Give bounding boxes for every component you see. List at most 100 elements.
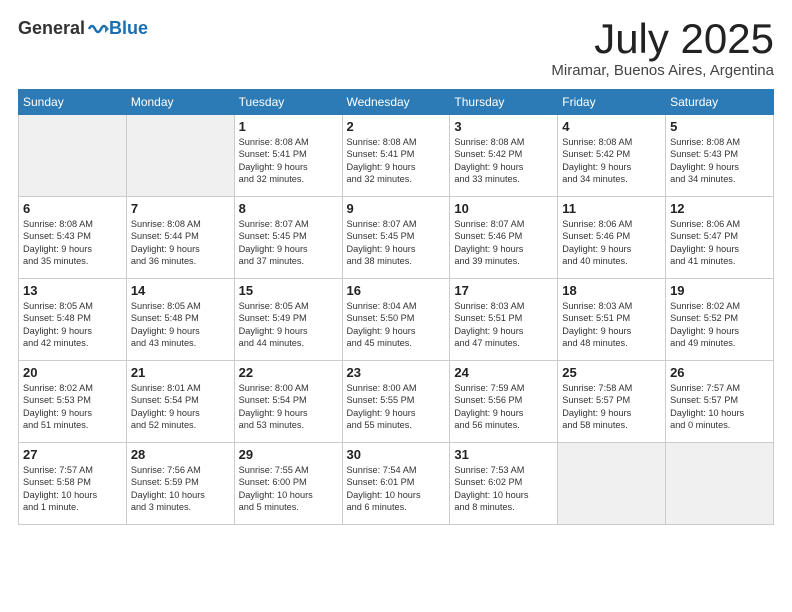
cell-info: Sunrise: 7:53 AM Sunset: 6:02 PM Dayligh… xyxy=(454,464,553,514)
page: General Blue July 2025 Miramar, Buenos A… xyxy=(0,0,792,612)
day-number: 6 xyxy=(23,201,122,216)
calendar-cell: 29 Sunrise: 7:55 AM Sunset: 6:00 PM Dayli… xyxy=(234,443,342,525)
calendar-cell: 4 Sunrise: 8:08 AM Sunset: 5:42 PM Daylig… xyxy=(558,115,666,197)
day-number: 17 xyxy=(454,283,553,298)
day-number: 8 xyxy=(239,201,338,216)
cell-info: Sunrise: 8:08 AM Sunset: 5:43 PM Dayligh… xyxy=(670,136,769,186)
day-number: 3 xyxy=(454,119,553,134)
calendar-week-4: 20Sunrise: 8:02 AM Sunset: 5:53 PM Dayli… xyxy=(19,361,774,443)
day-number: 7 xyxy=(131,201,230,216)
cell-info: Sunrise: 7:54 AM Sunset: 6:01 PM Dayligh… xyxy=(347,464,446,514)
day-number: 15 xyxy=(239,283,338,298)
cell-info: Sunrise: 8:08 AM Sunset: 5:44 PM Dayligh… xyxy=(131,218,230,268)
calendar-cell: 20Sunrise: 8:02 AM Sunset: 5:53 PM Dayli… xyxy=(19,361,127,443)
cell-info: Sunrise: 8:05 AM Sunset: 5:48 PM Dayligh… xyxy=(131,300,230,350)
calendar-cell xyxy=(126,115,234,197)
calendar-week-5: 27 Sunrise: 7:57 AM Sunset: 5:58 PM Dayli… xyxy=(19,443,774,525)
cell-info: Sunrise: 7:55 AM Sunset: 6:00 PM Dayligh… xyxy=(239,464,338,514)
cell-info: Sunrise: 8:03 AM Sunset: 5:51 PM Dayligh… xyxy=(562,300,661,350)
calendar-week-2: 6 Sunrise: 8:08 AM Sunset: 5:43 PM Daylig… xyxy=(19,197,774,279)
title-section: July 2025 Miramar, Buenos Aires, Argenti… xyxy=(551,18,774,79)
day-number: 23 xyxy=(347,365,446,380)
day-number: 11 xyxy=(562,201,661,216)
calendar-cell xyxy=(666,443,774,525)
day-number: 10 xyxy=(454,201,553,216)
cell-info: Sunrise: 8:07 AM Sunset: 5:45 PM Dayligh… xyxy=(347,218,446,268)
cell-info: Sunrise: 8:02 AM Sunset: 5:53 PM Dayligh… xyxy=(23,382,122,432)
calendar-header-monday: Monday xyxy=(126,90,234,115)
cell-info: Sunrise: 8:08 AM Sunset: 5:41 PM Dayligh… xyxy=(347,136,446,186)
calendar-cell: 9 Sunrise: 8:07 AM Sunset: 5:45 PM Daylig… xyxy=(342,197,450,279)
day-number: 9 xyxy=(347,201,446,216)
logo: General Blue xyxy=(18,18,148,39)
day-number: 22 xyxy=(239,365,338,380)
logo-wave-icon xyxy=(87,21,109,37)
calendar-cell: 6 Sunrise: 8:08 AM Sunset: 5:43 PM Daylig… xyxy=(19,197,127,279)
month-title: July 2025 xyxy=(551,18,774,60)
cell-info: Sunrise: 8:00 AM Sunset: 5:55 PM Dayligh… xyxy=(347,382,446,432)
calendar-cell: 10 Sunrise: 8:07 AM Sunset: 5:46 PM Dayli… xyxy=(450,197,558,279)
day-number: 19 xyxy=(670,283,769,298)
calendar-header-wednesday: Wednesday xyxy=(342,90,450,115)
day-number: 4 xyxy=(562,119,661,134)
calendar-cell: 30 Sunrise: 7:54 AM Sunset: 6:01 PM Dayli… xyxy=(342,443,450,525)
calendar-cell: 21 Sunrise: 8:01 AM Sunset: 5:54 PM Dayli… xyxy=(126,361,234,443)
location: Miramar, Buenos Aires, Argentina xyxy=(551,62,774,79)
day-number: 14 xyxy=(131,283,230,298)
cell-info: Sunrise: 8:01 AM Sunset: 5:54 PM Dayligh… xyxy=(131,382,230,432)
calendar-cell: 23 Sunrise: 8:00 AM Sunset: 5:55 PM Dayli… xyxy=(342,361,450,443)
calendar-header-tuesday: Tuesday xyxy=(234,90,342,115)
calendar-cell: 15Sunrise: 8:05 AM Sunset: 5:49 PM Dayli… xyxy=(234,279,342,361)
calendar-cell: 24 Sunrise: 7:59 AM Sunset: 5:56 PM Dayli… xyxy=(450,361,558,443)
day-number: 1 xyxy=(239,119,338,134)
cell-info: Sunrise: 8:08 AM Sunset: 5:43 PM Dayligh… xyxy=(23,218,122,268)
cell-info: Sunrise: 8:06 AM Sunset: 5:47 PM Dayligh… xyxy=(670,218,769,268)
cell-info: Sunrise: 8:02 AM Sunset: 5:52 PM Dayligh… xyxy=(670,300,769,350)
calendar-header-saturday: Saturday xyxy=(666,90,774,115)
cell-info: Sunrise: 8:08 AM Sunset: 5:41 PM Dayligh… xyxy=(239,136,338,186)
calendar-header-friday: Friday xyxy=(558,90,666,115)
cell-info: Sunrise: 8:08 AM Sunset: 5:42 PM Dayligh… xyxy=(562,136,661,186)
header: General Blue July 2025 Miramar, Buenos A… xyxy=(18,18,774,79)
calendar-cell: 3Sunrise: 8:08 AM Sunset: 5:42 PM Daylig… xyxy=(450,115,558,197)
calendar-cell: 25Sunrise: 7:58 AM Sunset: 5:57 PM Dayli… xyxy=(558,361,666,443)
calendar-cell: 7 Sunrise: 8:08 AM Sunset: 5:44 PM Daylig… xyxy=(126,197,234,279)
day-number: 21 xyxy=(131,365,230,380)
calendar-cell: 14 Sunrise: 8:05 AM Sunset: 5:48 PM Dayli… xyxy=(126,279,234,361)
calendar-cell: 26Sunrise: 7:57 AM Sunset: 5:57 PM Dayli… xyxy=(666,361,774,443)
day-number: 24 xyxy=(454,365,553,380)
cell-info: Sunrise: 7:59 AM Sunset: 5:56 PM Dayligh… xyxy=(454,382,553,432)
calendar-week-1: 1 Sunrise: 8:08 AM Sunset: 5:41 PM Daylig… xyxy=(19,115,774,197)
cell-info: Sunrise: 8:07 AM Sunset: 5:45 PM Dayligh… xyxy=(239,218,338,268)
calendar-cell: 16 Sunrise: 8:04 AM Sunset: 5:50 PM Dayli… xyxy=(342,279,450,361)
calendar-cell: 1 Sunrise: 8:08 AM Sunset: 5:41 PM Daylig… xyxy=(234,115,342,197)
calendar-cell: 12 Sunrise: 8:06 AM Sunset: 5:47 PM Dayli… xyxy=(666,197,774,279)
day-number: 27 xyxy=(23,447,122,462)
calendar-cell: 31Sunrise: 7:53 AM Sunset: 6:02 PM Dayli… xyxy=(450,443,558,525)
calendar-cell: 17Sunrise: 8:03 AM Sunset: 5:51 PM Dayli… xyxy=(450,279,558,361)
day-number: 13 xyxy=(23,283,122,298)
calendar-cell: 28 Sunrise: 7:56 AM Sunset: 5:59 PM Dayli… xyxy=(126,443,234,525)
day-number: 12 xyxy=(670,201,769,216)
cell-info: Sunrise: 8:05 AM Sunset: 5:48 PM Dayligh… xyxy=(23,300,122,350)
calendar-cell: 5 Sunrise: 8:08 AM Sunset: 5:43 PM Daylig… xyxy=(666,115,774,197)
cell-info: Sunrise: 7:57 AM Sunset: 5:58 PM Dayligh… xyxy=(23,464,122,514)
day-number: 2 xyxy=(347,119,446,134)
day-number: 28 xyxy=(131,447,230,462)
day-number: 16 xyxy=(347,283,446,298)
day-number: 5 xyxy=(670,119,769,134)
cell-info: Sunrise: 7:56 AM Sunset: 5:59 PM Dayligh… xyxy=(131,464,230,514)
cell-info: Sunrise: 8:04 AM Sunset: 5:50 PM Dayligh… xyxy=(347,300,446,350)
calendar-cell: 2 Sunrise: 8:08 AM Sunset: 5:41 PM Daylig… xyxy=(342,115,450,197)
cell-info: Sunrise: 8:06 AM Sunset: 5:46 PM Dayligh… xyxy=(562,218,661,268)
day-number: 29 xyxy=(239,447,338,462)
calendar-week-3: 13 Sunrise: 8:05 AM Sunset: 5:48 PM Dayli… xyxy=(19,279,774,361)
calendar-table: SundayMondayTuesdayWednesdayThursdayFrid… xyxy=(18,89,774,525)
day-number: 30 xyxy=(347,447,446,462)
calendar-cell: 8 Sunrise: 8:07 AM Sunset: 5:45 PM Daylig… xyxy=(234,197,342,279)
calendar-header-row: SundayMondayTuesdayWednesdayThursdayFrid… xyxy=(19,90,774,115)
calendar-cell: 18Sunrise: 8:03 AM Sunset: 5:51 PM Dayli… xyxy=(558,279,666,361)
calendar-header-sunday: Sunday xyxy=(19,90,127,115)
calendar-header-thursday: Thursday xyxy=(450,90,558,115)
cell-info: Sunrise: 8:07 AM Sunset: 5:46 PM Dayligh… xyxy=(454,218,553,268)
